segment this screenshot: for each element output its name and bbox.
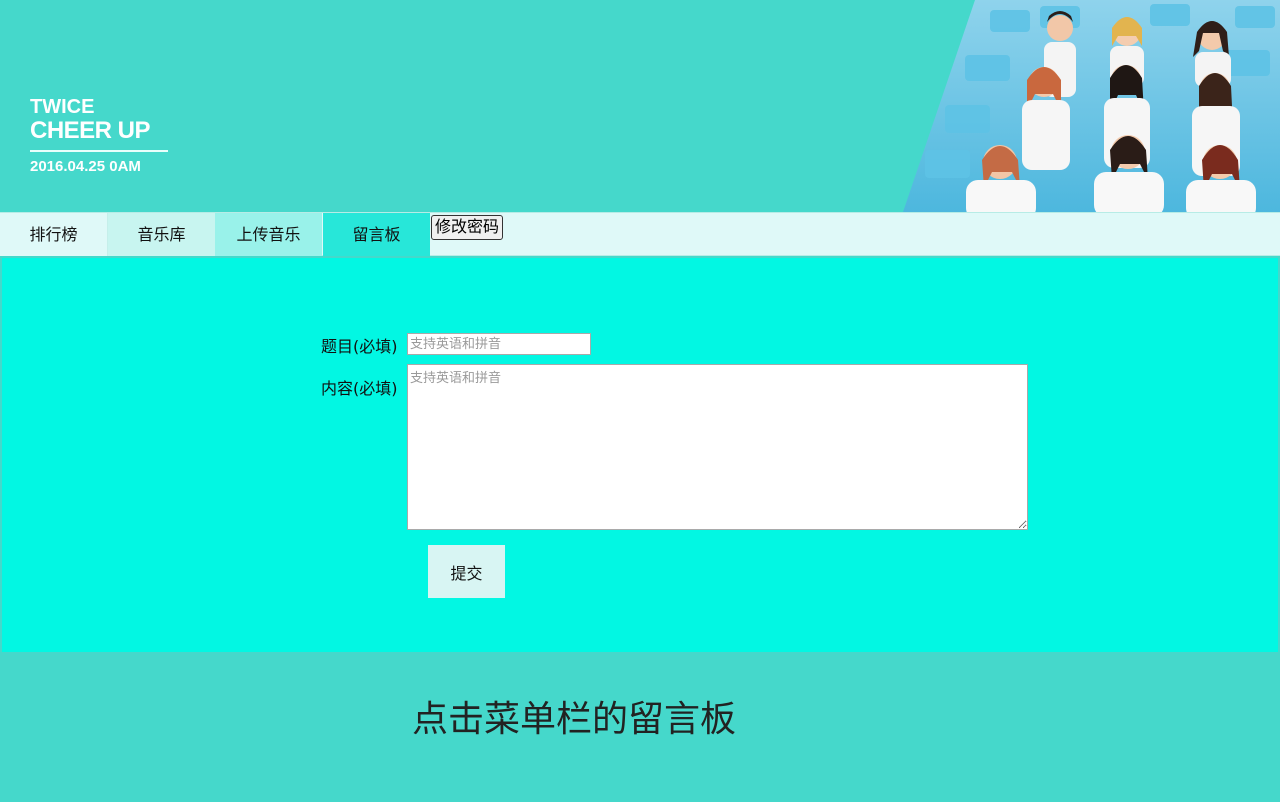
title-label: 题目(必填)	[321, 337, 398, 356]
nav-item-message-board[interactable]: 留言板	[323, 213, 430, 256]
submit-button[interactable]: 提交	[428, 545, 505, 598]
header-banner: TWICE CHEER UP 2016.04.25 0AM	[0, 0, 1280, 212]
title-input[interactable]	[407, 333, 591, 355]
top-nav: 排行榜 音乐库 上传音乐 留言板 修改密码	[0, 212, 1280, 256]
change-password-button[interactable]: 修改密码	[431, 215, 504, 240]
brand-line1: TWICE	[30, 96, 95, 118]
nav-item-ranking[interactable]: 排行榜	[0, 213, 108, 256]
content-label: 内容(必填)	[321, 379, 398, 398]
group-photo	[903, 0, 1280, 212]
brand-date: 2016.04.25 0AM	[30, 158, 141, 175]
brand-line2: CHEER UP	[30, 117, 151, 144]
nav-item-upload-music[interactable]: 上传音乐	[215, 213, 322, 256]
content-textarea[interactable]	[407, 364, 1028, 530]
instruction-caption: 点击菜单栏的留言板	[412, 699, 737, 740]
brand-divider	[30, 150, 168, 152]
nav-item-music-library[interactable]: 音乐库	[108, 213, 215, 256]
brand-logo: TWICE CHEER UP 2016.04.25 0AM	[30, 96, 168, 176]
message-form-panel: 题目(必填) 内容(必填) 提交	[2, 258, 1278, 652]
